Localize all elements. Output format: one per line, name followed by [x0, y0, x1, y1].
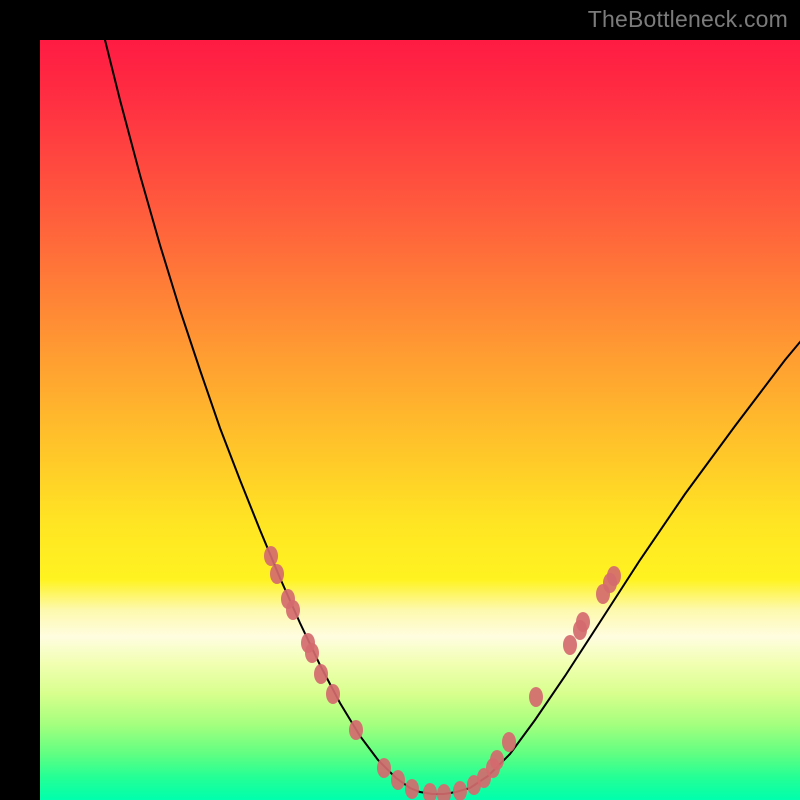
data-point — [349, 720, 363, 740]
data-point — [437, 784, 451, 800]
data-point — [314, 664, 328, 684]
data-point — [529, 687, 543, 707]
data-point — [423, 783, 437, 800]
data-point — [377, 758, 391, 778]
data-point — [405, 779, 419, 799]
data-point — [563, 635, 577, 655]
data-point — [270, 564, 284, 584]
curve-lines — [100, 40, 800, 794]
data-point — [453, 781, 467, 800]
watermark-text: TheBottleneck.com — [588, 6, 788, 33]
data-point — [502, 732, 516, 752]
data-point — [391, 770, 405, 790]
chart-frame: TheBottleneck.com — [0, 0, 800, 800]
data-point — [326, 684, 340, 704]
bottleneck-curve — [100, 40, 800, 794]
data-point — [607, 566, 621, 586]
data-point — [264, 546, 278, 566]
chart-svg — [40, 40, 800, 800]
plot-area — [40, 40, 800, 800]
data-point — [305, 643, 319, 663]
data-point — [490, 750, 504, 770]
data-point — [576, 612, 590, 632]
data-point — [286, 600, 300, 620]
